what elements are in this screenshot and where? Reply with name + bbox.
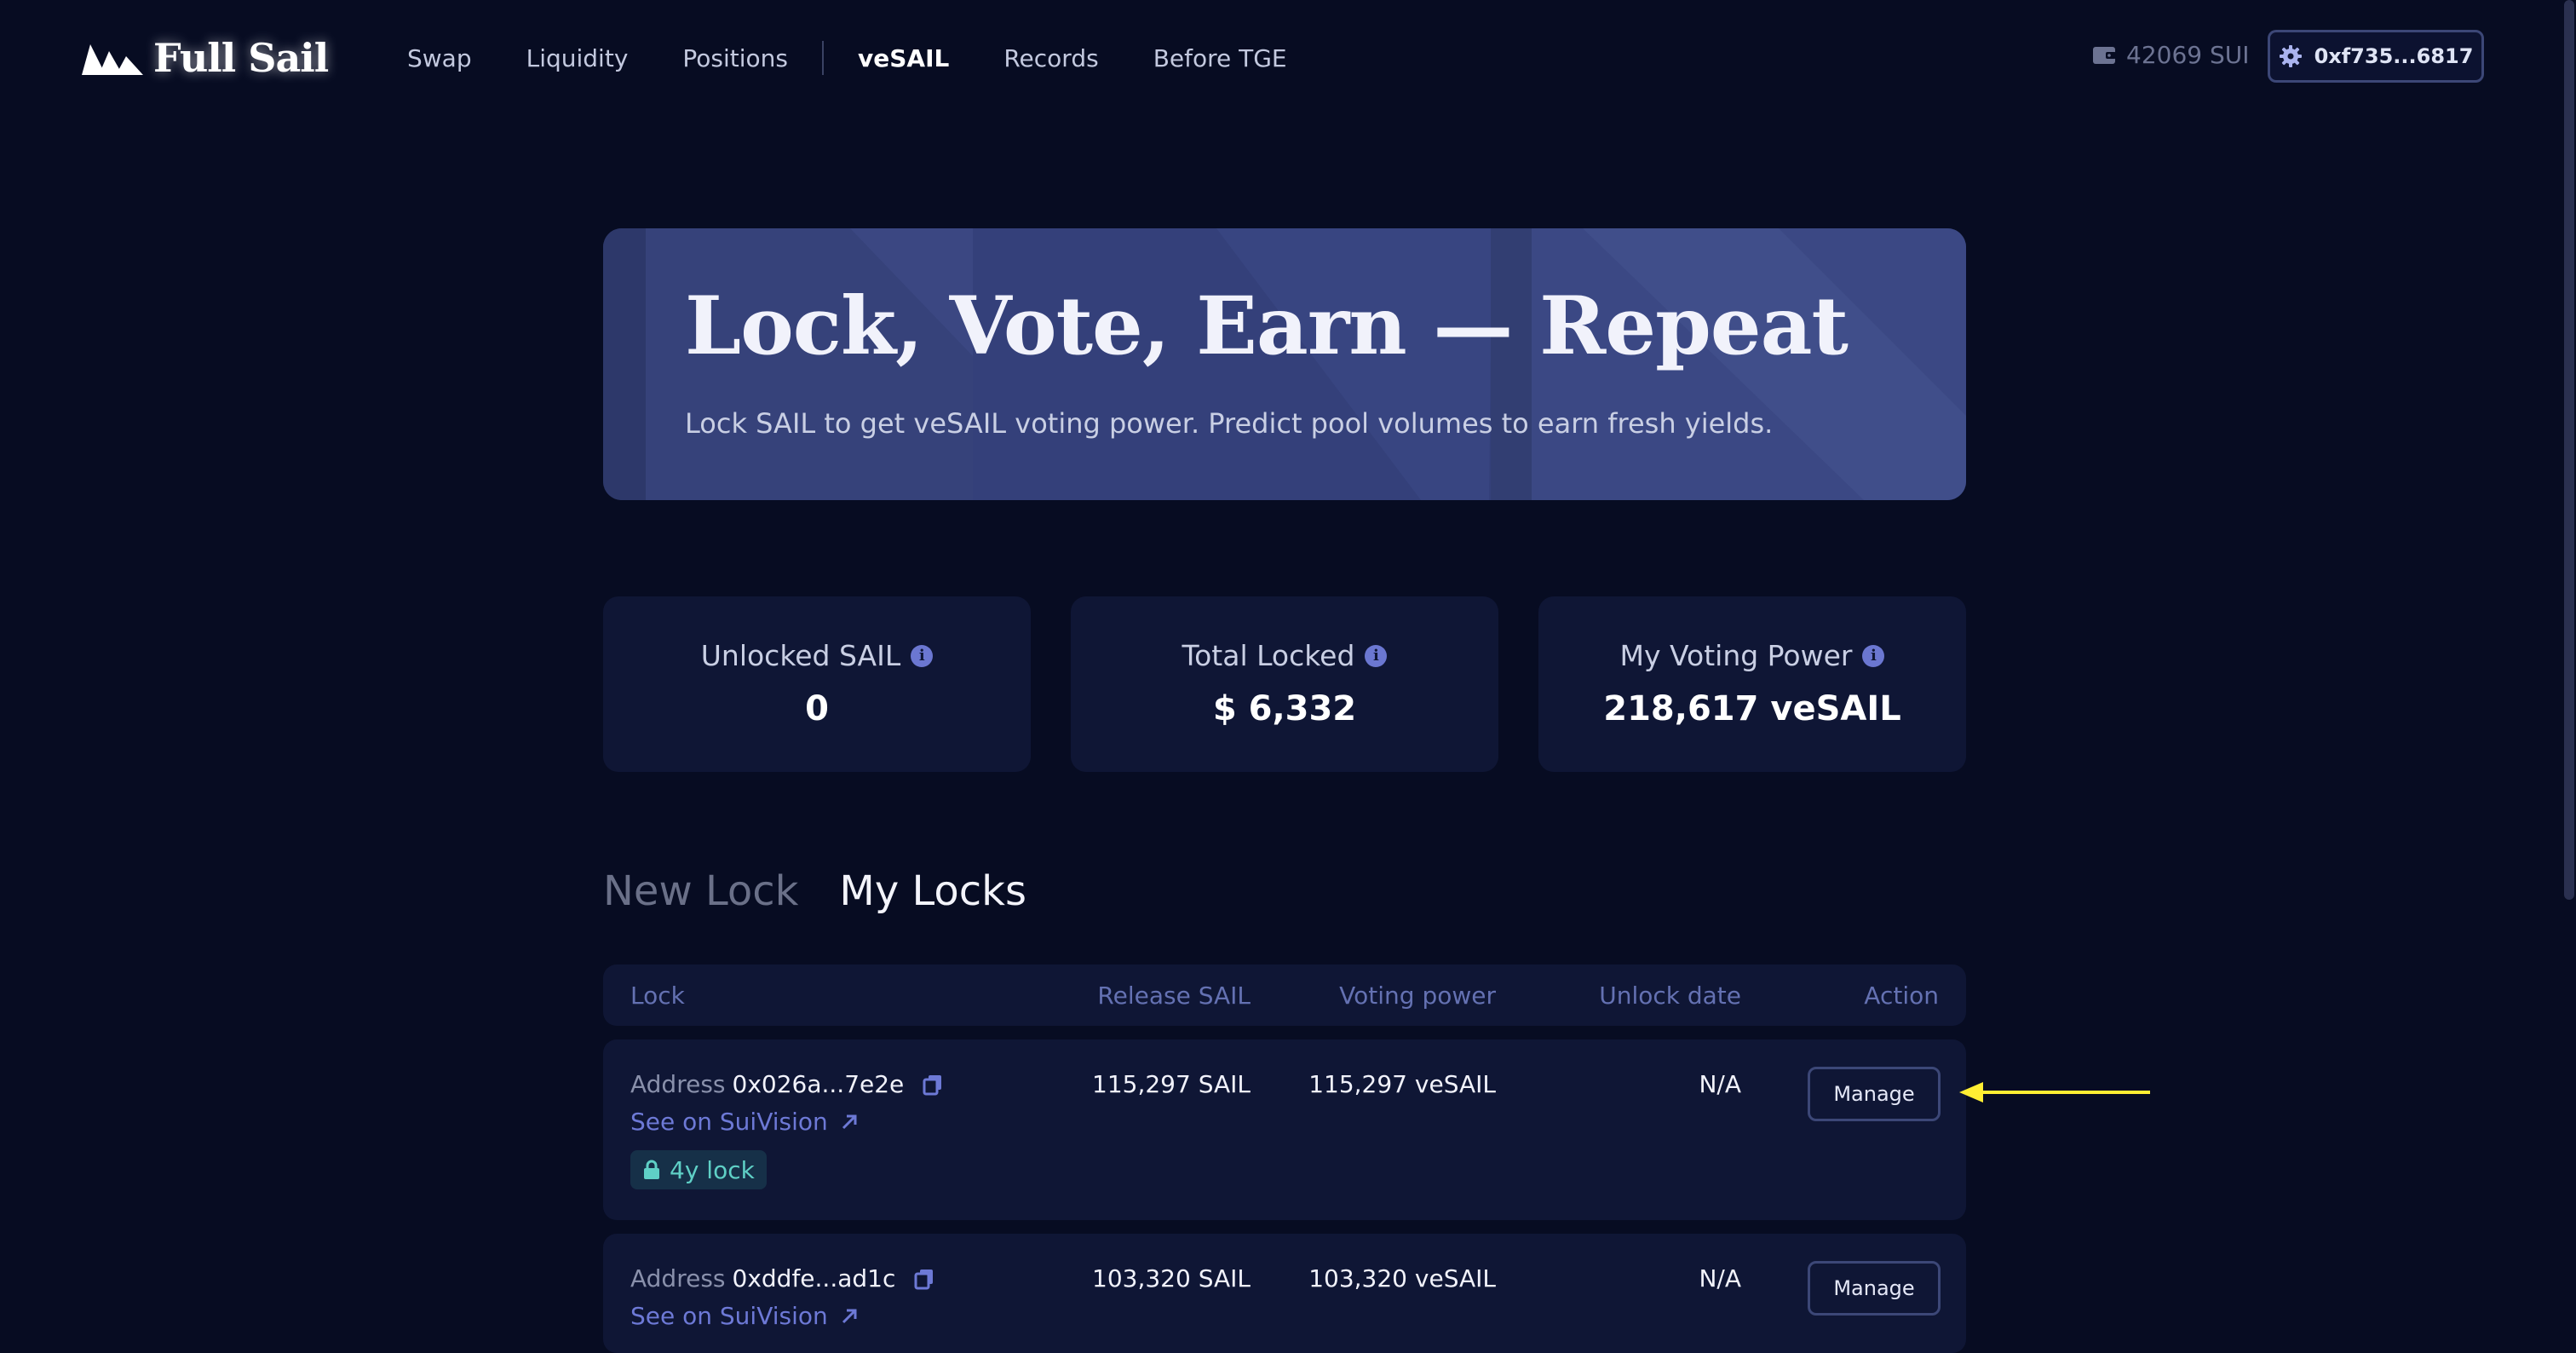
page-scrollbar[interactable] xyxy=(2564,0,2574,900)
nav-swap[interactable]: Swap xyxy=(407,44,472,72)
nav-liquidity[interactable]: Liquidity xyxy=(526,44,629,72)
wallet-address: 0xf735...6817 xyxy=(2314,44,2474,68)
release-sail-value: 103,320 SAIL xyxy=(1092,1264,1251,1293)
balance-text: 42069 SUI xyxy=(2126,41,2250,69)
logo[interactable]: Full Sail xyxy=(80,32,329,83)
header-unlock-date: Unlock date xyxy=(1599,982,1741,1010)
sail-logo-icon xyxy=(82,44,143,75)
stat-value: $ 6,332 xyxy=(1212,689,1357,728)
external-link-icon xyxy=(842,1114,857,1129)
nav-positions[interactable]: Positions xyxy=(682,44,788,72)
info-icon[interactable]: i xyxy=(1365,644,1388,667)
stat-label: My Voting Power xyxy=(1619,639,1853,672)
address-label: Address xyxy=(630,1264,726,1293)
lock-address: 0xddfe...ad1c xyxy=(732,1264,896,1293)
main-nav: Swap Liquidity Positions veSAIL Records … xyxy=(407,37,1342,78)
stat-card-voting-power: My Voting Power i 218,617 veSAIL xyxy=(1538,596,1966,772)
annotation-arrow-icon xyxy=(1959,1082,2150,1103)
top-navigation-bar: Full Sail Swap Liquidity Positions veSAI… xyxy=(0,0,2576,116)
address-label: Address xyxy=(630,1070,726,1098)
tab-new-lock[interactable]: New Lock xyxy=(603,867,798,915)
table-row: Address 0x026a...7e2e See on SuiVision 4… xyxy=(603,1039,1966,1220)
suivision-link[interactable]: See on SuiVision xyxy=(630,1302,859,1330)
hero-title: Lock, Vote, Earn — Repeat xyxy=(685,279,1849,373)
nav-vesail[interactable]: veSAIL xyxy=(858,44,949,72)
stat-value: 218,617 veSAIL xyxy=(1603,689,1901,728)
stat-card-unlocked-sail: Unlocked SAIL i 0 xyxy=(603,596,1031,772)
info-icon[interactable]: i xyxy=(1862,644,1885,667)
suivision-link[interactable]: See on SuiVision xyxy=(630,1108,859,1136)
external-link-icon xyxy=(842,1309,857,1323)
nav-divider xyxy=(822,41,824,75)
stat-value: 0 xyxy=(805,689,829,728)
lock-duration-badge: 4y lock xyxy=(630,1150,767,1189)
unlock-date-value: N/A xyxy=(1699,1070,1741,1098)
voting-power-value: 115,297 veSAIL xyxy=(1308,1070,1496,1098)
copy-icon[interactable] xyxy=(921,1073,945,1097)
stat-card-total-locked: Total Locked i $ 6,332 xyxy=(1071,596,1498,772)
stat-label: Total Locked xyxy=(1182,639,1355,672)
header-action: Action xyxy=(1864,982,1939,1010)
info-icon[interactable]: i xyxy=(911,644,934,667)
hero-subtitle: Lock SAIL to get veSAIL voting power. Pr… xyxy=(685,407,1774,440)
unlock-date-value: N/A xyxy=(1699,1264,1741,1293)
header-lock: Lock xyxy=(630,982,685,1010)
nav-before-tge[interactable]: Before TGE xyxy=(1153,44,1287,72)
hero-banner: Lock, Vote, Earn — Repeat Lock SAIL to g… xyxy=(603,228,1966,500)
wallet-icon xyxy=(2093,46,2116,64)
lock-tabs: New Lock My Locks xyxy=(603,867,1026,915)
nav-records[interactable]: Records xyxy=(1003,44,1098,72)
lock-icon xyxy=(644,1160,659,1179)
tab-my-locks[interactable]: My Locks xyxy=(839,867,1026,915)
wallet-balance: 42069 SUI xyxy=(2092,41,2250,69)
copy-icon[interactable] xyxy=(912,1267,936,1291)
table-row: Address 0xddfe...ad1c See on SuiVision 1… xyxy=(603,1234,1966,1353)
brand-name: Full Sail xyxy=(153,35,329,81)
header-voting-power: Voting power xyxy=(1339,982,1496,1010)
stat-label: Unlocked SAIL xyxy=(700,639,901,672)
lock-address: 0x026a...7e2e xyxy=(732,1070,905,1098)
release-sail-value: 115,297 SAIL xyxy=(1092,1070,1251,1098)
gear-icon xyxy=(2279,45,2302,67)
locks-table-header: Lock Release SAIL Voting power Unlock da… xyxy=(603,964,1966,1026)
manage-button[interactable]: Manage xyxy=(1808,1261,1941,1316)
manage-button[interactable]: Manage xyxy=(1808,1067,1941,1121)
header-release-sail: Release SAIL xyxy=(1097,982,1251,1010)
wallet-address-button[interactable]: 0xf735...6817 xyxy=(2268,30,2484,83)
voting-power-value: 103,320 veSAIL xyxy=(1308,1264,1496,1293)
